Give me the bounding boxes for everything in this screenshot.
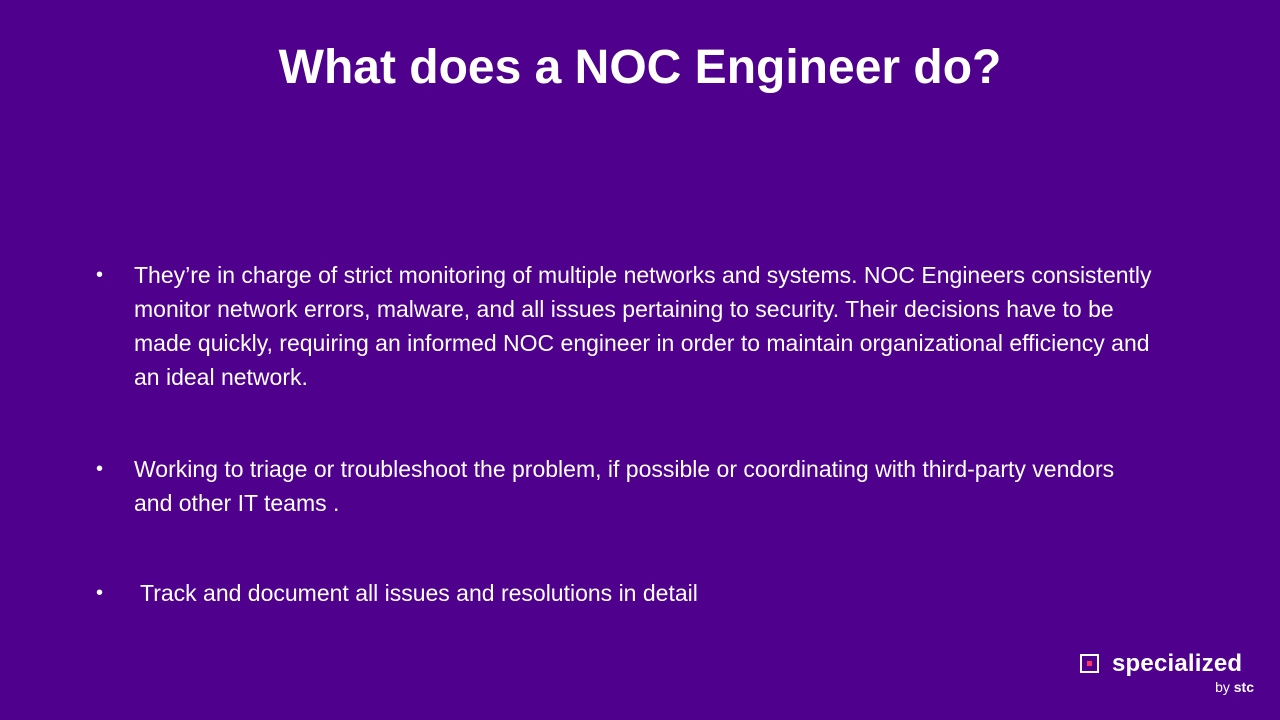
logo-brand-text: stc	[1233, 679, 1254, 695]
slide: What does a NOC Engineer do? They’re in …	[0, 0, 1280, 720]
bullet-item: Track and document all issues and resolu…	[96, 576, 1156, 610]
bullet-text: Track and document all issues and resolu…	[140, 580, 698, 606]
slide-title: What does a NOC Engineer do?	[278, 41, 1002, 94]
square-logo-icon	[1080, 654, 1099, 673]
bullet-list: They’re in charge of strict monitoring o…	[96, 258, 1156, 610]
bullet-text: They’re in charge of strict monitoring o…	[134, 262, 1152, 390]
logo-byline: by stc	[1215, 679, 1254, 695]
logo-wordmark: specialized	[1112, 650, 1243, 677]
logo-by-text: by	[1215, 679, 1230, 695]
specialized-by-stc-logo: specialized by stc	[1080, 650, 1256, 700]
bullet-item: They’re in charge of strict monitoring o…	[96, 258, 1156, 394]
bullet-text: Working to triage or troubleshoot the pr…	[134, 456, 1115, 516]
bullet-item: Working to triage or troubleshoot the pr…	[96, 452, 1156, 520]
